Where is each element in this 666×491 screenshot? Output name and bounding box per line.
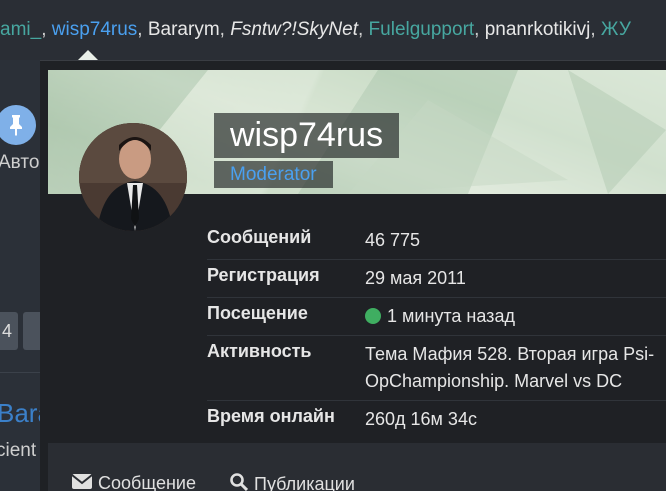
background-divider	[0, 372, 40, 373]
separator-text: ,	[219, 19, 231, 40]
stat-value: 1 минута назад	[365, 303, 666, 330]
stat-label: Регистрация	[207, 265, 320, 285]
stat-row-activity: Активность Тема Мафия 528. Вторая игра P…	[207, 336, 666, 401]
profile-role-badge: Moderator	[214, 161, 333, 188]
stat-value: 29 мая 2011	[365, 268, 466, 288]
online-users-line: ami_, wisp74rus, Bararym, Fsntw?!SkyNet,…	[0, 0, 666, 60]
publications-button-label: Публикации	[254, 474, 355, 491]
online-user-link[interactable]: ЖУ	[601, 19, 631, 40]
online-user-link[interactable]: ami_	[0, 19, 41, 40]
online-user-link[interactable]: Fsntw?!SkyNet	[230, 19, 358, 40]
stat-value: 46 775	[365, 230, 421, 250]
separator-text: ,	[137, 19, 148, 40]
online-user-link[interactable]: wisp74rus	[52, 19, 138, 40]
online-user-link[interactable]: Fulelgupport	[369, 19, 475, 40]
last-visit-text: 1 минута назад	[387, 306, 515, 326]
online-user-link[interactable]: Bararym	[148, 19, 220, 40]
stat-label: Сообщений	[207, 227, 312, 247]
stat-row-online-time: Время онлайн 260д 16м 34с	[207, 401, 666, 438]
background-text-cient: cient	[0, 440, 37, 461]
separator-text: ,	[474, 19, 485, 40]
stat-label: Активность	[207, 341, 312, 361]
stat-value: 260д 16м 34с	[365, 409, 477, 429]
stat-label: Посещение	[207, 303, 308, 323]
stat-label: Время онлайн	[207, 406, 335, 426]
stat-value: Тема Мафия 528. Вторая игра Psi-OpChampi…	[365, 344, 655, 391]
separator-text: ,	[41, 19, 52, 40]
stat-row-registration: Регистрация 29 мая 2011	[207, 260, 666, 298]
stat-row-visit: Посещение 1 минута назад	[207, 298, 666, 336]
avatar[interactable]	[79, 123, 187, 231]
tooltip-footer: Сообщение Публикации	[48, 443, 666, 491]
online-status-icon	[365, 308, 381, 324]
publications-button[interactable]: Публикации	[230, 473, 355, 491]
stat-row-messages: Сообщений 46 775	[207, 222, 666, 260]
online-user-link[interactable]: pnanrkotikivj	[485, 19, 591, 40]
message-button-label: Сообщение	[98, 473, 196, 491]
separator-text: ,	[590, 19, 601, 40]
search-icon	[230, 473, 249, 491]
tooltip-arrow	[78, 50, 98, 60]
message-button[interactable]: Сообщение	[71, 473, 196, 491]
envelope-icon	[71, 473, 93, 491]
separator-text: ,	[357, 19, 369, 40]
background-text-avto: Авто	[0, 152, 40, 173]
profile-username[interactable]: wisp74rus	[214, 113, 400, 158]
profile-stats: Сообщений 46 775 Регистрация 29 мая 2011…	[207, 222, 666, 438]
background-button[interactable]: 4	[0, 312, 18, 350]
